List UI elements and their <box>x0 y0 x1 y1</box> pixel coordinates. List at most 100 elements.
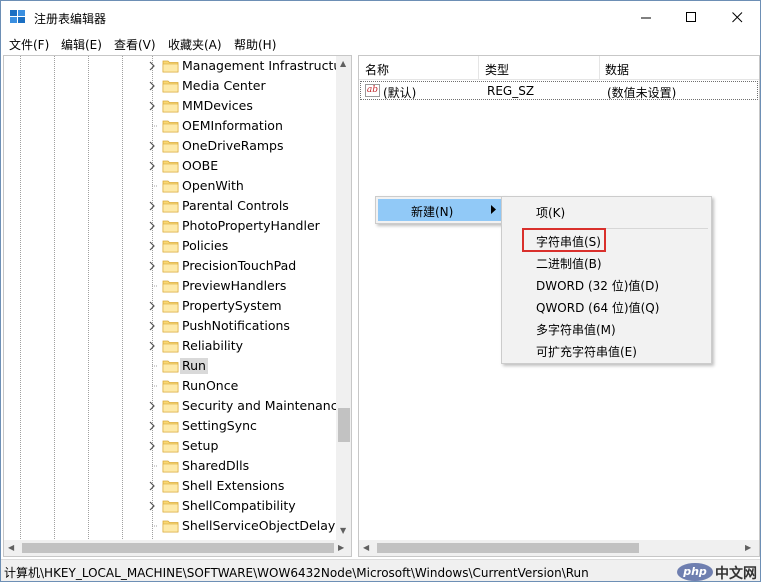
expand-chevron-icon[interactable] <box>147 61 157 71</box>
expand-chevron-icon[interactable] <box>147 341 157 351</box>
menu-item-new[interactable]: 新建(N) <box>378 199 502 221</box>
tree-node[interactable]: Reliability <box>4 336 336 356</box>
scroll-up-icon[interactable]: ▲ <box>340 59 346 69</box>
tree-node[interactable]: PropertySystem <box>4 296 336 316</box>
folder-icon <box>162 240 179 253</box>
column-divider[interactable] <box>478 56 479 80</box>
folder-icon <box>162 100 179 113</box>
registry-editor-window: 注册表编辑器 文件(F) 编辑(E) 查看(V) 收藏夹(A) 帮助(H) Ma… <box>0 0 761 582</box>
menu-view[interactable]: 查看(V) <box>114 36 156 53</box>
tree-node[interactable]: Security and Maintenance <box>4 396 345 416</box>
tree-node-label: ShellServiceObjectDelayLoad <box>182 518 352 533</box>
expand-chevron-icon[interactable] <box>147 101 157 111</box>
folder-icon <box>162 420 179 433</box>
expand-chevron-icon[interactable] <box>147 301 157 311</box>
column-data-header[interactable]: 数据 <box>605 61 629 78</box>
tree-node-label: Media Center <box>182 78 266 93</box>
tree-scroll-thumb[interactable] <box>338 408 350 442</box>
expand-chevron-icon[interactable] <box>147 321 157 331</box>
tree-node[interactable]: Setup <box>4 436 336 456</box>
tree-node[interactable]: OneDriveRamps <box>4 136 336 156</box>
expand-chevron-icon[interactable] <box>147 81 157 91</box>
expand-chevron-icon[interactable] <box>147 241 157 251</box>
expand-chevron-icon[interactable] <box>147 441 157 451</box>
expand-chevron-icon[interactable] <box>147 201 157 211</box>
tree-node-label: SharedDlls <box>182 458 250 473</box>
tree-node-label: RunOnce <box>182 378 239 393</box>
tree-node-label: OpenWith <box>182 178 244 193</box>
tree-node[interactable]: SettingSync <box>4 416 336 436</box>
submenu-item-qword-value[interactable]: QWORD (64 位)值(Q) <box>536 299 659 316</box>
maximize-button[interactable] <box>668 1 714 33</box>
menu-file[interactable]: 文件(F) <box>9 36 49 53</box>
column-divider[interactable] <box>599 56 600 80</box>
scroll-down-icon[interactable]: ▼ <box>340 526 346 536</box>
scroll-left-icon[interactable]: ◀ <box>363 543 369 553</box>
folder-icon <box>162 400 179 413</box>
tree-node[interactable]: Management Infrastructure <box>4 56 351 76</box>
folder-icon <box>162 60 179 73</box>
scroll-right-icon[interactable]: ▶ <box>745 543 751 553</box>
submenu-item-binary-value[interactable]: 二进制值(B) <box>536 255 602 272</box>
submenu-item-dword-value[interactable]: DWORD (32 位)值(D) <box>536 277 659 294</box>
tree-node-label: PrecisionTouchPad <box>182 258 297 273</box>
expand-chevron-icon[interactable] <box>147 481 157 491</box>
minimize-button[interactable] <box>623 1 669 33</box>
values-horizontal-scrollbar[interactable]: ◀ ▶ <box>359 540 759 556</box>
expand-chevron-icon[interactable] <box>147 141 157 151</box>
menu-edit[interactable]: 编辑(E) <box>61 36 102 53</box>
title-bar[interactable]: 注册表编辑器 <box>1 1 760 33</box>
tree-node[interactable]: Run <box>4 356 336 376</box>
submenu-item-expandable-string-value[interactable]: 可扩充字符串值(E) <box>536 343 637 360</box>
tree-node-label: Setup <box>182 438 219 453</box>
tree-node[interactable]: PushNotifications <box>4 316 336 336</box>
tree-horizontal-scrollbar[interactable]: ◀ ▶ <box>4 540 351 556</box>
expand-chevron-icon[interactable] <box>147 421 157 431</box>
tree-node[interactable]: PhotoPropertyHandler <box>4 216 336 236</box>
value-row[interactable]: ab (默认) REG_SZ (数值未设置) <box>360 81 758 100</box>
folder-icon <box>162 200 179 213</box>
menu-favorites[interactable]: 收藏夹(A) <box>168 36 222 53</box>
folder-icon <box>162 140 179 153</box>
tree-node[interactable]: OpenWith <box>4 176 336 196</box>
column-name-header[interactable]: 名称 <box>365 61 389 78</box>
tree-hscroll-thumb[interactable] <box>22 543 334 553</box>
scroll-left-icon[interactable]: ◀ <box>8 543 14 553</box>
tree-node[interactable]: PrecisionTouchPad <box>4 256 336 276</box>
site-watermark: php 中文网 <box>677 561 760 581</box>
values-hscroll-thumb[interactable] <box>377 543 639 553</box>
expand-chevron-icon[interactable] <box>147 261 157 271</box>
column-type-header[interactable]: 类型 <box>485 61 509 78</box>
tree-node[interactable]: OEMInformation <box>4 116 336 136</box>
tree-branch-line <box>152 365 157 367</box>
scroll-right-icon[interactable]: ▶ <box>338 543 344 553</box>
tree-node[interactable]: RunOnce <box>4 376 336 396</box>
expand-chevron-icon[interactable] <box>147 161 157 171</box>
tree-node[interactable]: OOBE <box>4 156 336 176</box>
submenu-item-multi-string-value[interactable]: 多字符串值(M) <box>536 321 616 338</box>
tree-node-label: OOBE <box>182 158 219 173</box>
tree-node-label: Management Infrastructure <box>182 58 352 73</box>
folder-icon <box>162 520 179 533</box>
tree-node-label: SettingSync <box>182 418 257 433</box>
expand-chevron-icon[interactable] <box>147 221 157 231</box>
tree-node[interactable]: PreviewHandlers <box>4 276 336 296</box>
tree-node[interactable]: Policies <box>4 236 336 256</box>
folder-icon <box>162 340 179 353</box>
tree-node-label: Parental Controls <box>182 198 289 213</box>
tree-node[interactable]: Shell Extensions <box>4 476 336 496</box>
tree-node[interactable]: Parental Controls <box>4 196 336 216</box>
expand-chevron-icon[interactable] <box>147 401 157 411</box>
expand-chevron-icon[interactable] <box>147 501 157 511</box>
tree-node[interactable]: SharedDlls <box>4 456 336 476</box>
tree-node[interactable]: ShellCompatibility <box>4 496 336 516</box>
tree-node[interactable]: ShellServiceObjectDelayLoad <box>4 516 351 536</box>
tree-node[interactable]: Media Center <box>4 76 336 96</box>
tree-pane[interactable]: Management Infrastructure Media Center MMD… <box>3 55 352 557</box>
tree-node[interactable]: MMDevices <box>4 96 336 116</box>
tree-vertical-scrollbar[interactable]: ▲ ▼ <box>336 56 351 540</box>
menu-help[interactable]: 帮助(H) <box>234 36 276 53</box>
submenu-item-key[interactable]: 项(K) <box>536 204 565 221</box>
close-button[interactable] <box>714 1 760 33</box>
folder-icon <box>162 220 179 233</box>
